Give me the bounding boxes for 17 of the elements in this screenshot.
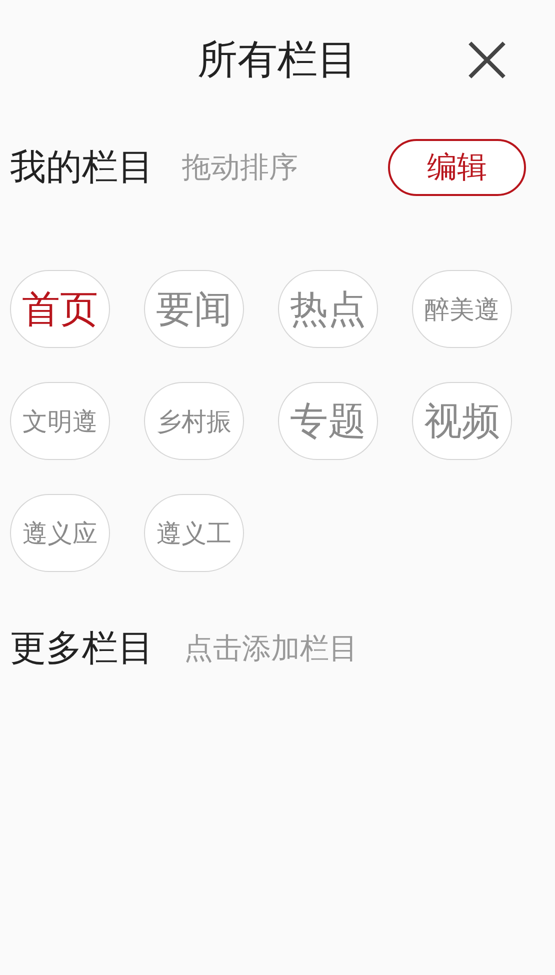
channel-tab[interactable]: 首页 (10, 270, 110, 348)
page-title: 所有栏目 (198, 36, 358, 84)
section-hint: 点击添加栏目 (184, 630, 358, 666)
channel-tab[interactable]: 视频 (412, 382, 512, 460)
channel-tab[interactable]: 文明遵 (10, 382, 110, 460)
channel-tab[interactable]: 乡村振 (144, 382, 244, 460)
edit-button[interactable]: 编辑 (388, 139, 526, 196)
section-title: 我的栏目 (10, 146, 154, 190)
channel-tab[interactable]: 要闻 (144, 270, 244, 348)
close-icon[interactable] (467, 40, 507, 80)
section-hint: 拖动排序 (182, 148, 298, 186)
channel-tab[interactable]: 遵义应 (10, 494, 110, 572)
section-title: 更多栏目 (10, 627, 154, 671)
channel-tab[interactable]: 专题 (278, 382, 378, 460)
channel-tab[interactable]: 热点 (278, 270, 378, 348)
channel-tab[interactable]: 醉美遵 (412, 270, 512, 348)
channel-tab[interactable]: 遵义工 (144, 494, 244, 572)
